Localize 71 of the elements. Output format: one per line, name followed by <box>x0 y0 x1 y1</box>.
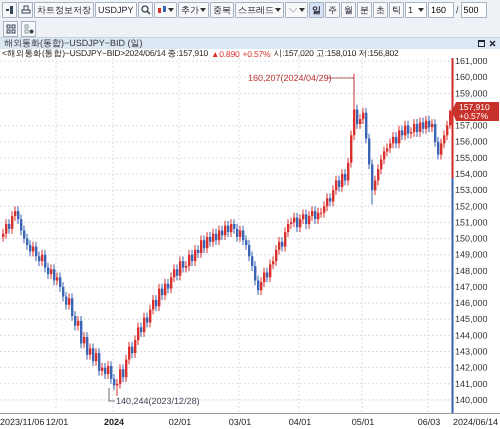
last-price-tag <box>452 102 499 121</box>
caret-icon <box>168 7 174 13</box>
date-axis-label: 06/03 <box>418 417 440 427</box>
last-price: 157,910 <box>459 102 490 112</box>
count-field[interactable]: 160 <box>428 2 454 18</box>
price-axis-label: 146,000 <box>455 298 488 308</box>
price-axis-label: 152,000 <box>455 201 488 212</box>
price-axis-label: 159,000 <box>455 88 488 98</box>
change-percent: +0.57% <box>242 48 270 58</box>
price-axis-label: 145,000 <box>455 314 488 324</box>
caret-icon <box>299 7 305 13</box>
separator-text: / <box>455 5 460 15</box>
candle-type-button[interactable] <box>154 2 177 18</box>
price-axis-label: 161,000 <box>455 58 488 66</box>
interval-select[interactable]: 1 <box>405 2 427 18</box>
date-axis-label: 2024 <box>104 417 124 427</box>
price-axis-label: 151,000 <box>455 217 488 228</box>
window-title: 해외통화(통합)−USDJPY−BID (일) <box>4 37 143 50</box>
low-marker-line <box>108 388 116 402</box>
maximize-icon[interactable] <box>478 40 485 47</box>
high-annotation: 160,207(2024/04/29) <box>248 73 332 83</box>
chevron-icon <box>288 6 298 14</box>
period-button[interactable]: 주 <box>325 2 340 18</box>
caret-icon <box>418 7 424 13</box>
period-button[interactable]: 월 <box>341 2 356 18</box>
price-axis-label: 143,000 <box>455 346 488 357</box>
caret-icon <box>200 7 206 13</box>
price-axis-label: 140,000 <box>455 394 488 405</box>
quote-label: <해외통화(통합)−USDJPY−BID>2024/06/14 종:157,910 <box>2 48 208 60</box>
candlestick-icon <box>157 5 167 15</box>
print-icon[interactable] <box>18 2 33 18</box>
period-button[interactable]: 분 <box>357 2 372 18</box>
spread-button[interactable]: 스프레드 <box>235 2 284 18</box>
price-axis-label: 147,000 <box>455 282 488 292</box>
price-axis-label: 157,000 <box>455 120 488 131</box>
save-chart-button[interactable]: 차트정보저장 <box>34 2 94 18</box>
symbol-select[interactable]: USDJPY <box>95 2 137 18</box>
price-axis-label: 156,000 <box>455 136 488 147</box>
ohl-values: 시:157,020 고:158,010 저:156,802 <box>273 48 399 60</box>
low-annotation: 140,244(2023/12/28) <box>116 396 200 406</box>
price-axis-label: 144,000 <box>455 330 488 340</box>
date-axis-label: 12/01 <box>46 417 68 427</box>
caret-icon <box>275 7 281 13</box>
date-axis-label: 2024/06/14 <box>452 417 498 427</box>
price-axis-label: 150,000 <box>455 234 488 244</box>
date-axis-label: 03/01 <box>228 417 252 427</box>
price-axis-label: 153,000 <box>455 185 488 196</box>
total-field[interactable]: 500 <box>460 2 487 18</box>
period-button[interactable]: 틱 <box>389 2 404 18</box>
price-axis-label: 148,000 <box>455 266 488 276</box>
date-axis-label: 05/01 <box>352 417 374 427</box>
last-change: +0.57% <box>459 111 488 121</box>
add-button[interactable]: 추가 <box>178 2 209 18</box>
date-axis-label: 04/01 <box>288 417 312 427</box>
date-axis-label: 02/01 <box>168 417 192 427</box>
layout-grid-icon[interactable] <box>3 20 18 36</box>
price-axis-label: 160,000 <box>455 72 488 82</box>
close-icon[interactable] <box>489 40 496 47</box>
overlap-button[interactable]: 중복 <box>210 2 234 18</box>
period-button[interactable]: 일 <box>309 2 324 18</box>
change-value: ▲0.890 <box>211 48 240 58</box>
price-axis-label: 141,000 <box>455 378 488 389</box>
date-axis-label: 2023/11/06 <box>0 417 44 427</box>
price-axis-label: 154,000 <box>455 169 488 180</box>
search-icon[interactable] <box>138 2 153 18</box>
price-axis-label: 155,000 <box>455 152 488 163</box>
price-axis-label: 149,000 <box>455 250 488 260</box>
panel-toggle-icon[interactable] <box>2 2 17 18</box>
layout-settings-icon[interactable] <box>21 20 36 36</box>
period-button[interactable]: 초 <box>373 2 388 18</box>
price-axis-label: 142,000 <box>455 362 488 373</box>
